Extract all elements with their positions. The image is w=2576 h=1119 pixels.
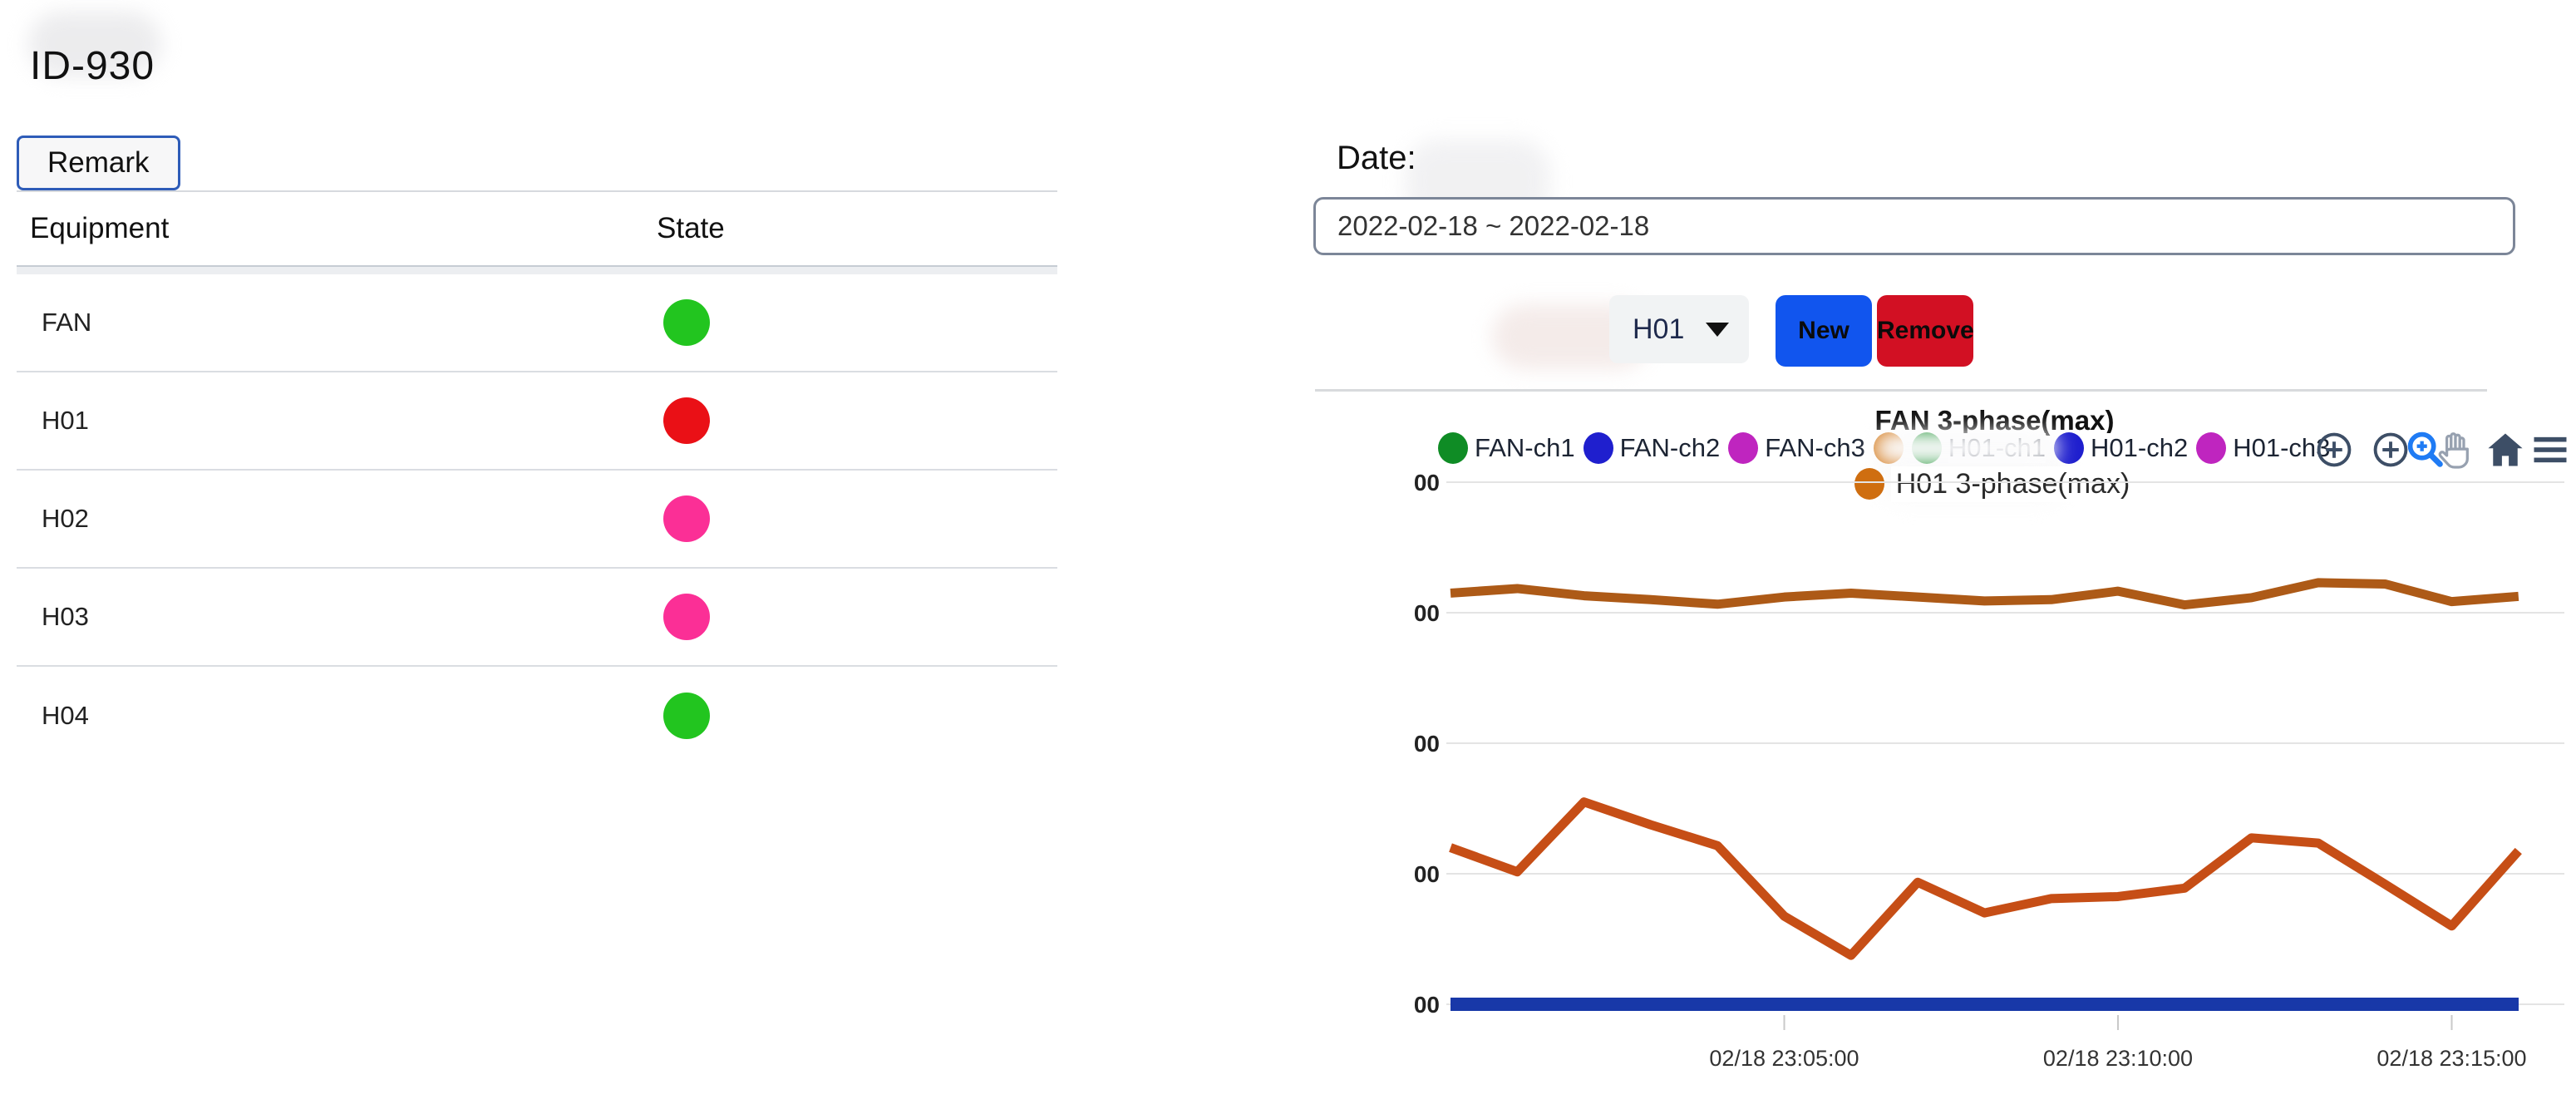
home-icon[interactable]: [2484, 428, 2527, 471]
app-window: ID-930 Remark Equipment State FAN H01 H0…: [0, 0, 2576, 1119]
status-dot: [663, 299, 710, 346]
svg-text:40.00: 40.00: [1413, 731, 1440, 757]
status-dot: [663, 397, 710, 444]
table-row[interactable]: H01: [17, 372, 1057, 471]
page-title: ID-930: [30, 43, 155, 89]
equipment-name: H04: [17, 701, 645, 731]
table-row[interactable]: H04: [17, 667, 1057, 765]
zoom-in-circle-icon[interactable]: [2312, 428, 2356, 471]
equipment-table-header: Equipment State: [17, 192, 1057, 267]
column-header-state: State: [657, 212, 725, 245]
table-row[interactable]: H03: [17, 569, 1057, 667]
blur-patch: [1874, 431, 2058, 465]
new-button[interactable]: New: [1776, 295, 1872, 367]
svg-text:80.00: 80.00: [1413, 470, 1440, 495]
svg-text:02/18 23:10:00: 02/18 23:10:00: [2043, 1046, 2193, 1071]
equipment-select-value: H01: [1633, 313, 1684, 346]
remark-button[interactable]: Remark: [17, 136, 180, 190]
chart-plot-area[interactable]: 80.00 60.00 40.00 20.00 0.00 02/18 23:05:00 02…: [1413, 461, 2576, 1110]
table-row[interactable]: H02: [17, 471, 1057, 569]
status-dot: [663, 594, 710, 640]
legend-item[interactable]: FAN-ch3: [1728, 432, 1865, 464]
legend-item[interactable]: FAN-ch1: [1438, 432, 1575, 464]
legend-dot: [2196, 432, 2226, 464]
pan-hand-icon[interactable]: [2434, 428, 2477, 471]
legend-item[interactable]: FAN-ch2: [1584, 432, 1721, 464]
table-row[interactable]: FAN: [17, 274, 1057, 372]
chevron-down-icon: [1706, 323, 1729, 337]
column-header-equipment: Equipment: [17, 212, 657, 245]
legend-dot: [1584, 432, 1613, 464]
legend-item[interactable]: [1874, 432, 1904, 464]
legend-dot: [2054, 432, 2084, 464]
svg-text:02/18 23:15:00: 02/18 23:15:00: [2377, 1046, 2526, 1071]
divider: [1315, 389, 2487, 392]
status-dot: [663, 693, 710, 739]
svg-text:20.00: 20.00: [1413, 861, 1440, 887]
equipment-table: Equipment State FAN H01 H02 H03 H04: [17, 192, 1057, 765]
equipment-select[interactable]: H01: [1609, 295, 1749, 363]
date-range-input[interactable]: [1313, 197, 2515, 255]
legend-label: FAN-ch3: [1765, 433, 1865, 463]
remove-button[interactable]: Remove: [1877, 295, 1973, 367]
menu-icon[interactable]: [2529, 428, 2572, 471]
svg-text:0.00: 0.00: [1413, 992, 1440, 1018]
equipment-name: FAN: [17, 308, 645, 338]
equipment-name: H02: [17, 504, 645, 534]
legend-dot: [1438, 432, 1468, 464]
status-dot: [663, 495, 710, 542]
legend-dot: [1728, 432, 1758, 464]
legend-item[interactable]: H01-ch2: [2054, 432, 2188, 464]
header-band: [17, 267, 1057, 274]
legend-label: H01-ch2: [2091, 433, 2188, 463]
legend-label: FAN-ch2: [1620, 433, 1721, 463]
equipment-name: H01: [17, 406, 645, 436]
legend-item[interactable]: H01-ch3: [2196, 432, 2330, 464]
svg-text:60.00: 60.00: [1413, 600, 1440, 626]
equipment-name: H03: [17, 602, 645, 632]
date-label: Date:: [1337, 140, 1416, 177]
legend-label: FAN-ch1: [1475, 433, 1575, 463]
svg-text:02/18 23:05:00: 02/18 23:05:00: [1709, 1046, 1859, 1071]
